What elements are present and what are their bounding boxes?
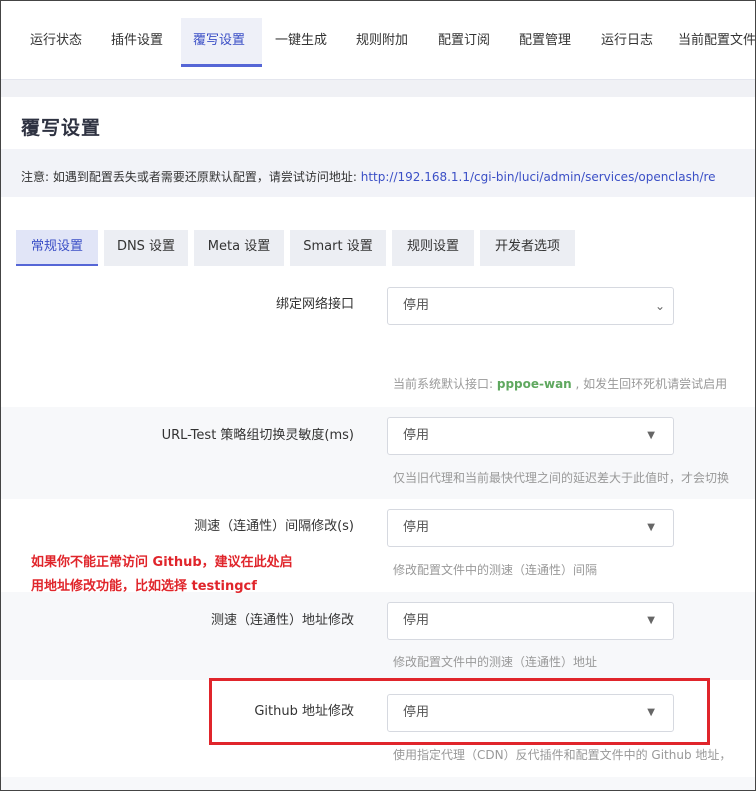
nav-item-override-settings[interactable]: 覆写设置 (181, 18, 262, 67)
select-value: 停用 (403, 428, 430, 443)
field-label-test-interval: 测速（连通性）间隔修改(s) (194, 519, 354, 534)
nav-item-status[interactable]: 运行状态 (18, 18, 94, 67)
nav-item-one-click[interactable]: 一键生成 (263, 18, 339, 67)
field-label-bind-interface: 绑定网络接口 (275, 297, 354, 312)
field-label-test-url: 测速（连通性）地址修改 (210, 613, 354, 628)
top-nav: 运行状态 插件设置 覆写设置 一键生成 规则附加 配置订阅 配置管理 运行日志 … (0, 0, 756, 80)
test-interval-select[interactable]: 停用 ▼ (387, 509, 674, 547)
select-value: 停用 (403, 520, 430, 535)
tab-smart[interactable]: Smart 设置 (290, 230, 386, 266)
desc-suffix: , 如发生回环死机请尝试启用 (571, 377, 728, 391)
dropdown-arrow-icon: ▼ (647, 522, 655, 533)
default-interface-value: pppoe-wan (496, 377, 572, 391)
nav-item-plugin-settings[interactable]: 插件设置 (99, 18, 175, 67)
field-label-urltest-tolerance: URL-Test 策略组切换灵敏度(ms) (161, 428, 354, 443)
select-value: 停用 (403, 298, 430, 313)
field-desc-test-url: 修改配置文件中的测速（连通性）地址 (393, 655, 598, 669)
annotation-line-2: 用地址修改功能，比如选择 testingcf (31, 579, 257, 594)
notice-text: 注意: 如遇到配置丢失或者需要还原默认配置，请尝试访问地址: http://19… (21, 168, 716, 185)
notice-prefix: 注意: 如遇到配置丢失或者需要还原默认配置，请尝试访问地址: (21, 170, 361, 184)
title-card (0, 97, 756, 149)
tab-general[interactable]: 常规设置 (16, 230, 98, 266)
desc-prefix: 当前系统默认接口: (393, 377, 497, 391)
tab-dns[interactable]: DNS 设置 (104, 230, 188, 266)
field-desc-urltest-tolerance: 仅当旧代理和当前最快代理之间的延迟差大于此值时，才会切换 (393, 471, 730, 485)
row-bg (0, 777, 756, 791)
urltest-tolerance-select[interactable]: 停用 ▼ (387, 417, 674, 455)
page-title: 覆写设置 (21, 117, 102, 139)
nav-item-subscription[interactable]: 配置订阅 (426, 18, 502, 67)
test-url-select[interactable]: 停用 ▼ (387, 602, 674, 640)
dropdown-arrow-icon: ▼ (647, 430, 655, 441)
dropdown-arrow-icon: ▼ (647, 615, 655, 626)
nav-item-rule-append[interactable]: 规则附加 (344, 18, 420, 67)
field-desc-github-address: 使用指定代理（CDN）反代插件和配置文件中的 Github 地址， (393, 748, 732, 762)
nav-item-logs[interactable]: 运行日志 (589, 18, 665, 67)
nav-item-config-manage[interactable]: 配置管理 (507, 18, 583, 67)
nav-item-current-config[interactable]: 当前配置文件 (666, 18, 756, 67)
tab-meta[interactable]: Meta 设置 (194, 230, 284, 266)
chevron-down-icon: ⌄ (654, 299, 665, 313)
annotation-line-1: 如果你不能正常访问 Github，建议在此处启 (31, 555, 293, 570)
notice-link[interactable]: http://192.168.1.1/cgi-bin/luci/admin/se… (361, 170, 716, 184)
tab-developer[interactable]: 开发者选项 (480, 230, 575, 266)
bind-interface-select[interactable]: 停用 ⌄ (387, 287, 674, 325)
highlight-box (209, 678, 710, 745)
select-value: 停用 (403, 613, 430, 628)
tab-rules[interactable]: 规则设置 (392, 230, 474, 266)
field-desc-test-interval: 修改配置文件中的测速（连通性）间隔 (393, 563, 598, 577)
field-desc-bind-interface: 当前系统默认接口: pppoe-wan , 如发生回环死机请尝试启用 (393, 375, 727, 392)
